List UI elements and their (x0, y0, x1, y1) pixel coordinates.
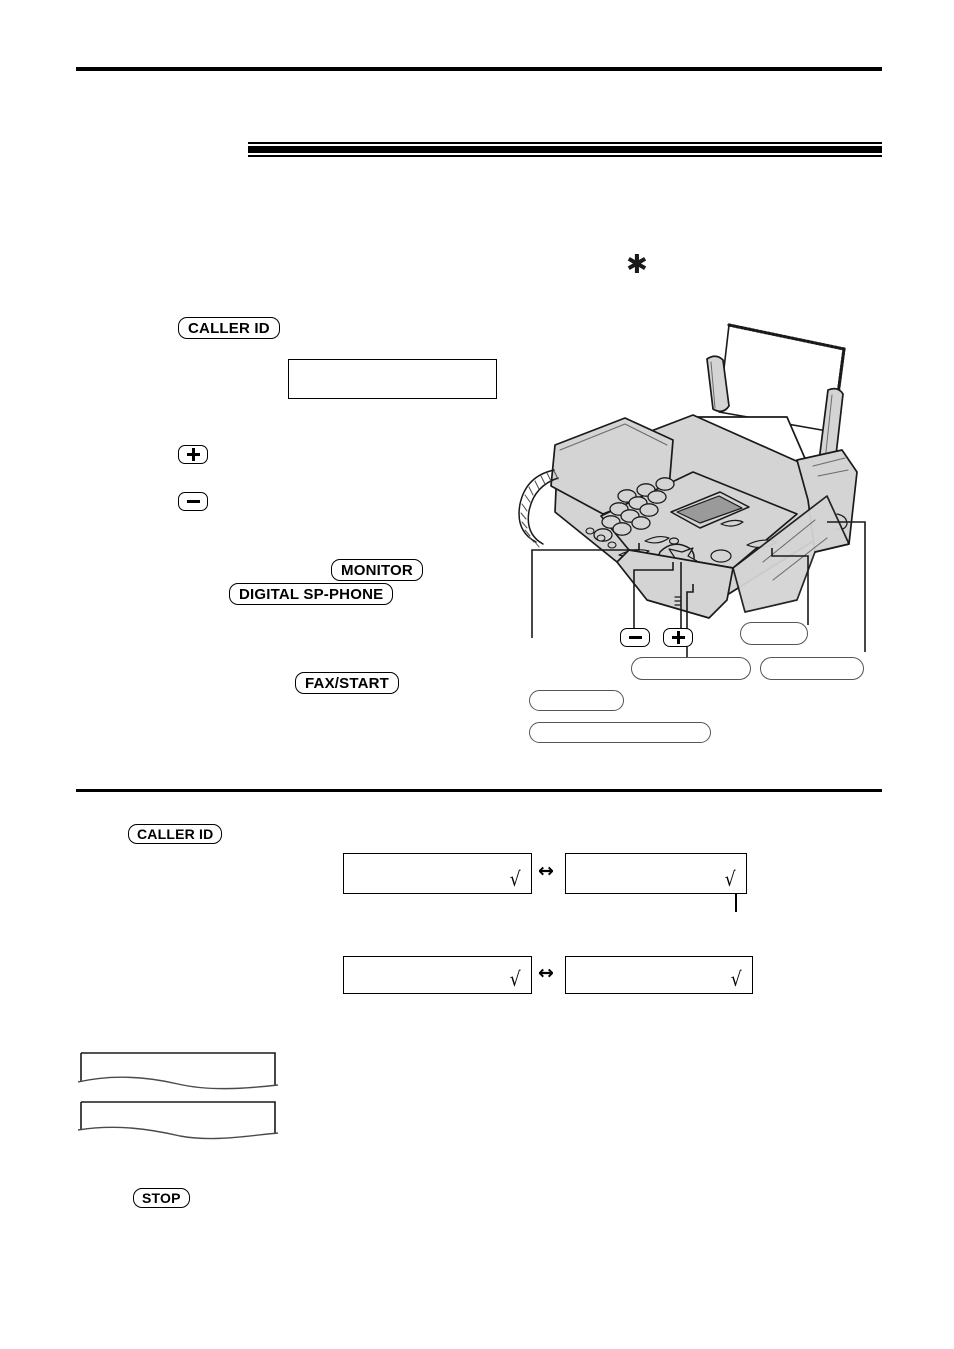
callout-label-right (760, 657, 864, 680)
section-divider (76, 789, 882, 792)
check-icon: √ (509, 867, 521, 891)
instruction-text-frame (288, 359, 497, 399)
key-fax-start[interactable]: FAX/START (295, 672, 400, 694)
key-monitor[interactable]: MONITOR (331, 559, 423, 581)
header-rule (76, 67, 882, 71)
check-icon: √ (730, 967, 742, 991)
minus-icon (628, 631, 642, 644)
key-minus[interactable] (178, 492, 208, 511)
lcd-display-2a: √ (343, 956, 532, 994)
swap-arrow-1: ↔ (538, 860, 554, 882)
minus-icon (186, 495, 200, 508)
title-triple-rule (248, 142, 882, 162)
report-box-1 (78, 1051, 278, 1096)
callout-label-lower-left (529, 690, 624, 711)
check-icon: √ (724, 867, 736, 891)
callout-label-bottom (529, 722, 711, 743)
diagram-key-plus[interactable] (663, 628, 693, 647)
lcd-display-1b: √ (565, 853, 747, 894)
callout-label-top (740, 622, 808, 645)
key-plus[interactable] (178, 445, 208, 464)
manual-page: ✱ CALLER ID MONITOR DIGITAL SP-PHONE FAX… (0, 0, 954, 1349)
check-icon: √ (509, 967, 521, 991)
lcd-display-2b: √ (565, 956, 753, 994)
asterisk-footnote-marker: ✱ (626, 250, 648, 280)
plus-icon (186, 448, 200, 461)
lcd-display-1a: √ (343, 853, 532, 894)
report-box-2 (78, 1100, 278, 1145)
key-caller-id-2[interactable]: CALLER ID (128, 824, 223, 844)
key-stop[interactable]: STOP (133, 1188, 190, 1208)
key-caller-id[interactable]: CALLER ID (178, 317, 280, 339)
plus-icon (671, 631, 685, 644)
lcd-leader-line (735, 894, 737, 912)
swap-arrow-2: ↔ (538, 962, 554, 984)
fax-machine-illustration (497, 300, 917, 670)
diagram-key-minus[interactable] (620, 628, 650, 647)
callout-label-center (631, 657, 751, 680)
key-digital-sp-phone[interactable]: DIGITAL SP-PHONE (229, 583, 394, 605)
